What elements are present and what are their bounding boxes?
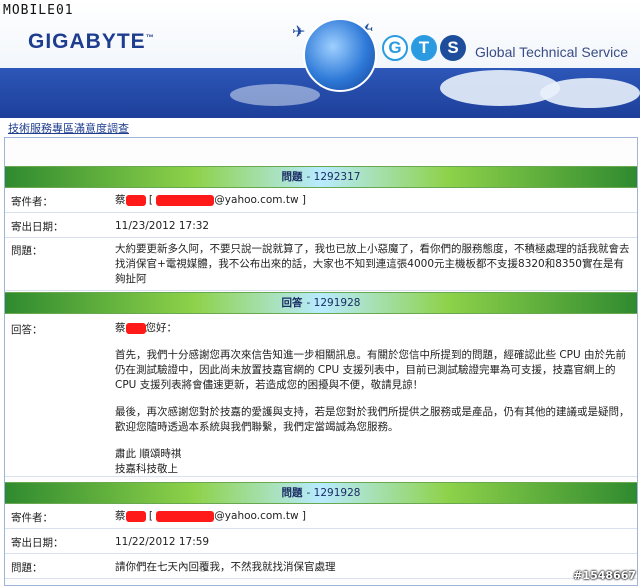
ticket-number: - 1291928 [306,487,361,499]
question-header: 問題 - 1291928 [5,482,637,504]
question-text: 大約要更新多久阿，不要只說一說就算了，我也已放上小惡魔了，看你們的服務態度，不積… [115,243,630,285]
ticket-number: - 1291928 [306,297,361,309]
bracket-open: [ [148,194,153,206]
date-row: 寄出日期： 11/22/2012 17:59 [5,529,637,554]
sender-label: 寄件者： [11,196,53,208]
redacted-mark [125,322,146,334]
sender-label: 寄件者： [11,512,53,524]
question-header: 問題 - 1292317 [5,166,637,188]
date-label: 寄出日期： [11,221,64,233]
answer-paragraph: 最後，再次感謝您對於技嘉的愛護與支持，若是您對於我們所提供之服務或是產品，仍有其… [115,406,630,433]
sender-row: 寄件者： 蔡 [ @yahoo.com.tw ] [5,504,637,529]
answer-body: 蔡 您好： 首先，我們十分感謝您再次來信告知進一步相關訊息。有關於您信中所提到的問… [115,321,633,477]
sender-value: 蔡 [ @yahoo.com.tw ] [115,193,633,208]
globe-icon [303,18,377,92]
sender-email: @yahoo.com.tw ] [214,194,307,206]
sender-email: @yahoo.com.tw ] [214,510,307,522]
answer-label: 回答： [11,324,43,336]
greeting-name: 蔡 [115,322,126,334]
gts-letter-s: S [440,35,466,61]
gts-title: Global Technical Service [475,44,629,60]
greeting: 蔡 您好： [115,321,633,336]
greeting-suffix: 您好： [145,322,178,334]
redacted-mark [125,510,146,522]
bird-icon: ✈ [292,22,306,41]
question-row: 問題： 請你們在七天內回覆我，不然我就找消保官處理 [5,554,637,579]
section-title: 問題 [281,487,303,499]
answer-header: 回答 - 1291928 [5,292,637,314]
post-id-watermark: #1548667 [573,569,636,582]
closing-line: 技嘉科技敬上 [115,463,178,475]
section-title: 問題 [281,171,303,183]
site-watermark: MOBILE01 [3,3,74,18]
header-banner: MOBILE01 GIGABYTE™ ✈ ✈ G T S Global Tech… [0,0,640,118]
ticket-number: - 1292317 [306,171,361,183]
question-text: 請你們在七天內回覆我，不然我就找消保官處理 [115,561,336,573]
cloud-shape [230,84,320,106]
date-label: 寄出日期： [11,537,64,549]
survey-link[interactable]: 技術服務專區滿意度調查 [8,120,129,136]
question-label: 問題： [11,562,43,574]
answer-row: 回答： 蔡 您好： 首先，我們十分感謝您再次來信告知進一步相關訊息。有關於您信中所… [5,314,637,477]
question-row: 問題： 大約要更新多久阿，不要只說一說就算了，我也已放上小惡魔了，看你們的服務態… [5,238,637,291]
cloud-shape [540,78,640,108]
gts-letter-g: G [382,35,408,61]
sender-name: 蔡 [115,194,126,206]
closing-line: 肅此 順頌時祺 [115,448,182,460]
logo-text: GIGABYTE [28,30,146,53]
answer-paragraph: 首先，我們十分感謝您再次來信告知進一步相關訊息。有關於您信中所提到的問題，經確認… [115,349,627,391]
gts-letter-t: T [411,35,437,61]
bracket-open: [ [148,510,153,522]
trademark-mark: ™ [145,33,155,42]
gigabyte-logo: GIGABYTE™ [28,30,155,54]
date-value: 11/23/2012 17:32 [115,220,210,232]
sender-name: 蔡 [115,510,126,522]
redacted-mark [156,194,215,206]
redacted-mark [156,510,215,522]
gts-logo: G T S [382,35,466,61]
redacted-mark [125,194,146,206]
date-row: 寄出日期： 11/23/2012 17:32 [5,213,637,238]
date-value: 11/22/2012 17:59 [115,536,210,548]
question-label: 問題： [11,245,43,257]
sender-value: 蔡 [ @yahoo.com.tw ] [115,509,633,524]
section-title: 回答 [281,297,303,309]
ticket-panel: 問題 - 1292317 寄件者： 蔡 [ @yahoo.com.tw ] 寄出日… [4,137,638,586]
sender-row: 寄件者： 蔡 [ @yahoo.com.tw ] [5,188,637,213]
